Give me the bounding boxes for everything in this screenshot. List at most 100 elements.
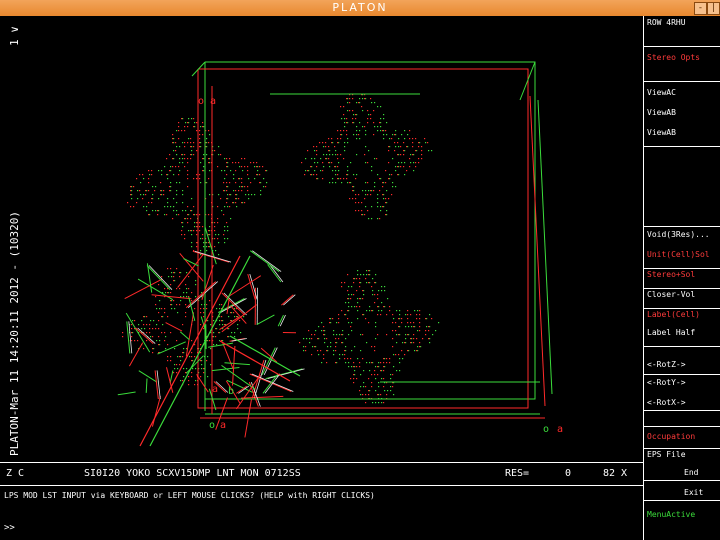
menu-item-menuactive[interactable]: MenuActive: [647, 510, 695, 519]
void-surface-dot: [391, 194, 393, 196]
menu-item-viewab[interactable]: ViewAB: [647, 128, 676, 137]
void-surface-dot: [316, 174, 318, 176]
void-surface-dot: [324, 342, 326, 344]
void-surface-dot: [401, 318, 403, 320]
close-button[interactable]: |: [707, 2, 720, 15]
void-surface-dot: [323, 334, 325, 336]
void-surface-dot: [344, 358, 346, 360]
void-surface-dot: [374, 302, 376, 304]
void-surface-dot: [178, 166, 180, 168]
menu-item-stereo-sol[interactable]: Stereo+Sol: [647, 270, 695, 279]
menu-item-void-3res[interactable]: Void(3Res)...: [647, 230, 710, 239]
void-surface-dot: [371, 166, 373, 168]
void-surface-dot: [358, 134, 360, 136]
minimize-button[interactable]: -: [694, 2, 707, 15]
void-surface-dot: [362, 358, 364, 360]
menu-item-viewac[interactable]: ViewAC: [647, 88, 676, 97]
void-surface-dot: [195, 280, 197, 282]
menu-item-rotx[interactable]: <-RotX->: [647, 398, 686, 407]
void-surface-dot: [350, 162, 352, 164]
command-prompt[interactable]: >>: [4, 523, 15, 533]
menu-separator: [644, 500, 720, 501]
void-surface-dot: [158, 336, 160, 338]
void-surface-dot: [224, 170, 226, 172]
void-surface-dot: [356, 306, 358, 308]
void-surface-dot: [184, 218, 186, 220]
void-surface-dot: [375, 322, 377, 324]
void-surface-dot: [331, 162, 333, 164]
void-surface-dot: [206, 138, 208, 140]
void-surface-dot: [203, 316, 205, 318]
menu-item-rotz[interactable]: <-RotZ->: [647, 360, 686, 369]
void-surface-dot: [368, 218, 370, 220]
menu-separator: [644, 346, 720, 347]
void-surface-dot: [346, 118, 348, 120]
menu-item-unit-cell-sol[interactable]: Unit(Cell)Sol: [647, 250, 710, 259]
void-surface-dot: [409, 130, 411, 132]
void-surface-dot: [234, 308, 236, 310]
menu-item-eps-file[interactable]: EPS File: [647, 450, 686, 459]
void-surface-dot: [417, 330, 419, 332]
void-surface-dot: [338, 338, 340, 340]
menu-item-viewab[interactable]: ViewAB: [647, 108, 676, 117]
void-surface-dot: [361, 210, 363, 212]
void-surface-dot: [317, 350, 319, 352]
menu-item-closer-vol[interactable]: Closer-Vol: [647, 290, 695, 299]
menu-item-roty[interactable]: <-RotY->: [647, 378, 686, 387]
void-surface-dot: [405, 314, 407, 316]
void-surface-dot: [170, 300, 172, 302]
void-surface-dot: [377, 174, 379, 176]
void-surface-dot: [208, 242, 210, 244]
void-surface-dot: [399, 358, 401, 360]
void-surface-dot: [422, 338, 424, 340]
void-surface-dot: [398, 162, 400, 164]
unit-cell-edge-green: [537, 99, 553, 395]
void-surface-dot: [349, 182, 351, 184]
void-surface-dot: [359, 138, 361, 140]
void-surface-dot: [415, 150, 417, 152]
menu-item-exit[interactable]: Exit: [684, 488, 703, 497]
menu-item-row-4rhu[interactable]: ROW 4RHU: [647, 18, 686, 27]
void-surface-dot: [398, 334, 400, 336]
void-surface-dot: [419, 330, 421, 332]
void-surface-dot: [401, 134, 403, 136]
menu-item-stereo-opts[interactable]: Stereo Opts: [647, 53, 700, 62]
void-surface-dot: [133, 206, 135, 208]
void-surface-dot: [356, 138, 358, 140]
void-surface-dot: [390, 386, 392, 388]
void-surface-dot: [341, 182, 343, 184]
menu-item-occupation[interactable]: Occupation: [647, 432, 695, 441]
menu-item-label-cell[interactable]: Label(Cell): [647, 310, 700, 319]
void-surface-dot: [143, 194, 145, 196]
window-title-bar[interactable]: PLATON - |: [0, 0, 720, 17]
void-surface-dot: [229, 206, 231, 208]
void-surface-dot: [187, 170, 189, 172]
menu-item-end[interactable]: End: [684, 468, 698, 477]
void-surface-dot: [347, 138, 349, 140]
void-surface-dot: [366, 310, 368, 312]
structure-canvas[interactable]: o a a b o a o a: [0, 16, 643, 462]
void-surface-dot: [208, 234, 210, 236]
menu-separator: [644, 288, 720, 289]
void-surface-dot: [360, 394, 362, 396]
origin-right-a-label: a: [557, 424, 563, 435]
void-surface-dot: [191, 300, 193, 302]
void-surface-dot: [405, 338, 407, 340]
void-surface-dot: [217, 238, 219, 240]
void-surface-dot: [409, 166, 411, 168]
void-surface-dot: [247, 170, 249, 172]
void-surface-dot: [254, 178, 256, 180]
void-surface-dot: [404, 354, 406, 356]
void-surface-dot: [386, 122, 388, 124]
void-surface-dot: [180, 296, 182, 298]
void-surface-dot: [378, 290, 380, 292]
void-surface-dot: [131, 328, 133, 330]
void-surface-dot: [336, 322, 338, 324]
menu-item-label-half[interactable]: Label Half: [647, 328, 695, 337]
void-surface-dot: [181, 130, 183, 132]
void-surface-dot: [170, 206, 172, 208]
void-surface-dot: [241, 158, 243, 160]
structure-view[interactable]: o a a b o a o a 1 ∨ PLATON-Mar 11 14:20:…: [0, 16, 643, 462]
void-surface-dot: [196, 230, 198, 232]
void-surface-dot: [357, 274, 359, 276]
